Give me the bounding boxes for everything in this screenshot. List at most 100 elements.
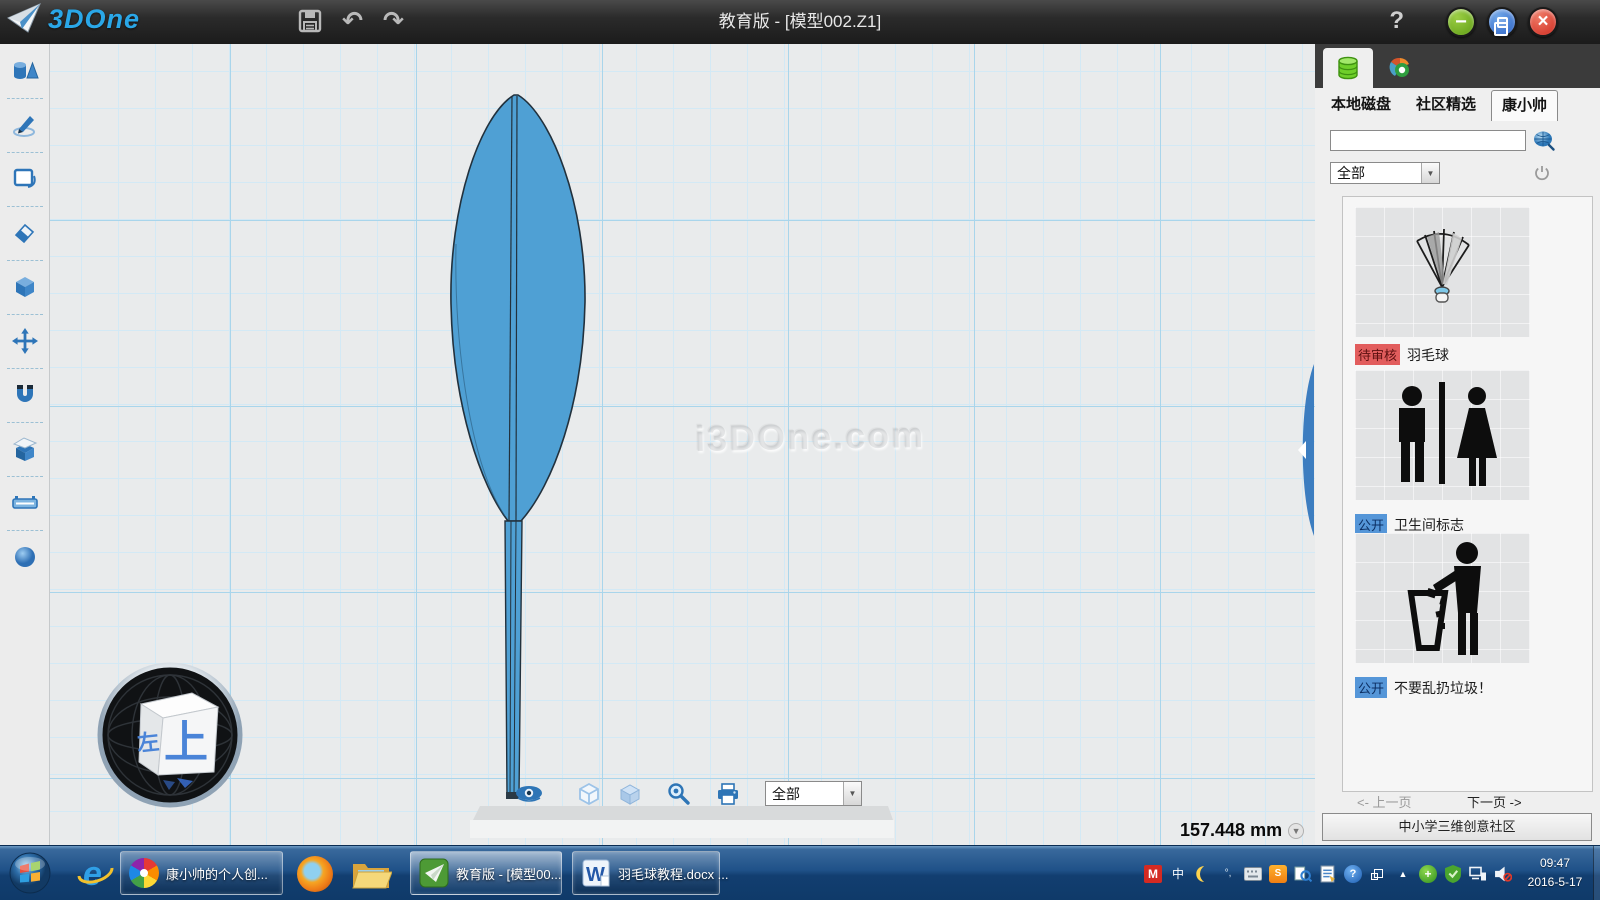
- close-button[interactable]: ×: [1528, 7, 1558, 37]
- tool-surface-edit[interactable]: [0, 422, 50, 476]
- tool-move[interactable]: [0, 314, 50, 368]
- display-filter-dropdown[interactable]: 全部 ▼: [765, 781, 862, 806]
- search-globe-icon[interactable]: [1532, 128, 1556, 152]
- ground-platform-front: [470, 820, 894, 838]
- window-title: 教育版 - [模型002.Z1]: [0, 0, 1600, 44]
- tab-local-library[interactable]: [1323, 48, 1373, 88]
- tool-magnet-assembly[interactable]: [0, 368, 50, 422]
- surface-cube-icon: [11, 436, 39, 462]
- wireframe-view-button[interactable]: [574, 780, 604, 808]
- panel-collapse-handle[interactable]: [1292, 362, 1314, 538]
- taskbar-app-word[interactable]: W 羽毛球教程.docx ...: [572, 851, 720, 895]
- no-littering-thumbnail: [1355, 533, 1530, 663]
- dropdown-arrow-icon[interactable]: ▼: [843, 782, 861, 805]
- zoom-settings-button[interactable]: [664, 780, 694, 808]
- sketch-edit-icon: [11, 166, 39, 192]
- tray-mathtype-icon[interactable]: M: [1144, 865, 1162, 883]
- tray-notes-icon[interactable]: [1319, 865, 1337, 883]
- tool-material-sphere[interactable]: [0, 530, 50, 584]
- tab-local-disk[interactable]: 本地磁盘: [1331, 93, 1391, 114]
- tray-keyboard-icon[interactable]: [1244, 865, 1262, 883]
- view-cube-front-label: 上: [164, 718, 208, 767]
- svg-text:e: e: [83, 855, 102, 893]
- tray-sogou-icon[interactable]: S: [1269, 865, 1287, 883]
- ground-platform-top: [473, 806, 893, 820]
- taskbar-firefox-icon[interactable]: [294, 853, 336, 895]
- tray-ime-tools-icon[interactable]: °,: [1219, 865, 1237, 883]
- tray-volume-muted-icon[interactable]: [1494, 865, 1512, 883]
- tool-section-bar[interactable]: [0, 476, 50, 530]
- status-badge: 公开: [1355, 677, 1387, 698]
- tab-community[interactable]: [1375, 48, 1425, 88]
- tool-eraser[interactable]: [0, 206, 50, 260]
- folder-icon: [350, 856, 392, 892]
- model-item-thumbnail[interactable]: [1355, 533, 1530, 663]
- prev-page-button[interactable]: <- 上一页: [1357, 792, 1412, 811]
- tray-restore-windows-icon[interactable]: [1369, 865, 1387, 883]
- app-logo-text: 3DOne: [48, 4, 140, 35]
- measurement-readout: 157.448 mm ▼: [1180, 820, 1304, 841]
- feather-blade[interactable]: [451, 95, 585, 521]
- taskbar-app-personal-space[interactable]: 康小帅的个人创...: [120, 851, 283, 895]
- restore-button[interactable]: [1487, 7, 1517, 37]
- tab-community-featured[interactable]: 社区精选: [1416, 93, 1476, 114]
- tray-ime-indicator[interactable]: 中: [1169, 865, 1187, 883]
- section-bar-icon: [11, 490, 39, 516]
- measurement-value: 157.448 mm: [1180, 820, 1282, 841]
- system-tray: M 中 °, S ?: [1144, 846, 1512, 900]
- shuttlecock-thumbnail: [1355, 207, 1530, 337]
- measurement-dropdown-button[interactable]: ▼: [1288, 823, 1304, 839]
- logout-power-icon[interactable]: [1533, 164, 1551, 182]
- tray-360-safe-icon[interactable]: +: [1419, 865, 1437, 883]
- model-item-title[interactable]: 卫生间标志: [1394, 515, 1464, 535]
- model-item-title[interactable]: 羽毛球: [1407, 345, 1449, 365]
- minimize-button[interactable]: −: [1446, 7, 1476, 37]
- cube-icon: [11, 274, 39, 300]
- taskbar-clock[interactable]: 09:47 2016-5-17: [1516, 854, 1594, 892]
- tray-help-icon[interactable]: ?: [1344, 865, 1362, 883]
- clock-date: 2016-5-17: [1516, 873, 1594, 892]
- community-site-button[interactable]: 中小学三维创意社区: [1322, 813, 1592, 841]
- tab-user[interactable]: 康小帅: [1491, 90, 1558, 121]
- visibility-eye-button[interactable]: [514, 780, 544, 808]
- tray-shield-icon[interactable]: [1444, 865, 1462, 883]
- tool-feature-solid[interactable]: [0, 260, 50, 314]
- modeling-canvas[interactable]: i3DOne.com 上 左: [50, 44, 1315, 845]
- tool-primitive-solids[interactable]: [0, 44, 50, 98]
- tray-moon-icon[interactable]: [1194, 865, 1212, 883]
- model-item-thumbnail[interactable]: [1355, 370, 1530, 500]
- taskbar-explorer-icon[interactable]: [350, 853, 392, 895]
- eraser-icon: [11, 220, 39, 246]
- model-item-thumbnail[interactable]: [1355, 207, 1530, 337]
- undo-icon[interactable]: ↶: [342, 6, 363, 36]
- view-cube[interactable]: 上 左: [97, 662, 243, 808]
- tray-network-icon[interactable]: [1469, 865, 1487, 883]
- tool-sketch-edit[interactable]: [0, 152, 50, 206]
- feather-shaft[interactable]: [505, 521, 522, 796]
- model-item-label: 公开 不要乱扔垃圾！: [1355, 677, 1492, 698]
- print-button[interactable]: [713, 780, 743, 808]
- dropdown-arrow-icon[interactable]: ▼: [1421, 163, 1439, 183]
- sphere-icon: [11, 544, 39, 570]
- tool-sketch-draw[interactable]: [0, 98, 50, 152]
- shaded-view-button[interactable]: [615, 780, 645, 808]
- app-logo: 3DOne: [6, 2, 140, 36]
- model-item-title[interactable]: 不要乱扔垃圾！: [1394, 678, 1492, 698]
- start-button[interactable]: [8, 851, 52, 895]
- tray-search-doc-icon[interactable]: [1294, 865, 1312, 883]
- save-icon[interactable]: [298, 9, 322, 33]
- desktop: 3DOne ↶ ↷ 教育版 - [模型002.Z1] ? − ×: [0, 0, 1600, 900]
- category-filter-dropdown[interactable]: 全部 ▼: [1330, 162, 1440, 184]
- show-desktop-button[interactable]: [1593, 846, 1600, 900]
- search-input[interactable]: [1330, 130, 1526, 151]
- tray-show-hidden-icons[interactable]: ▲: [1394, 865, 1412, 883]
- taskbar-ie-icon[interactable]: e: [74, 853, 116, 895]
- 3done-app-icon: [419, 858, 449, 888]
- help-button[interactable]: ?: [1389, 7, 1404, 35]
- library-panel: 本地磁盘 社区精选 康小帅 全部 ▼: [1315, 44, 1600, 845]
- watermark: i3DOne.com: [695, 414, 926, 460]
- taskbar-app-3done[interactable]: 教育版 - [模型00...: [410, 851, 562, 895]
- next-page-button[interactable]: 下一页 ->: [1467, 792, 1522, 811]
- title-bar: 3DOne ↶ ↷ 教育版 - [模型002.Z1] ? − ×: [0, 0, 1600, 44]
- redo-icon[interactable]: ↷: [383, 6, 404, 36]
